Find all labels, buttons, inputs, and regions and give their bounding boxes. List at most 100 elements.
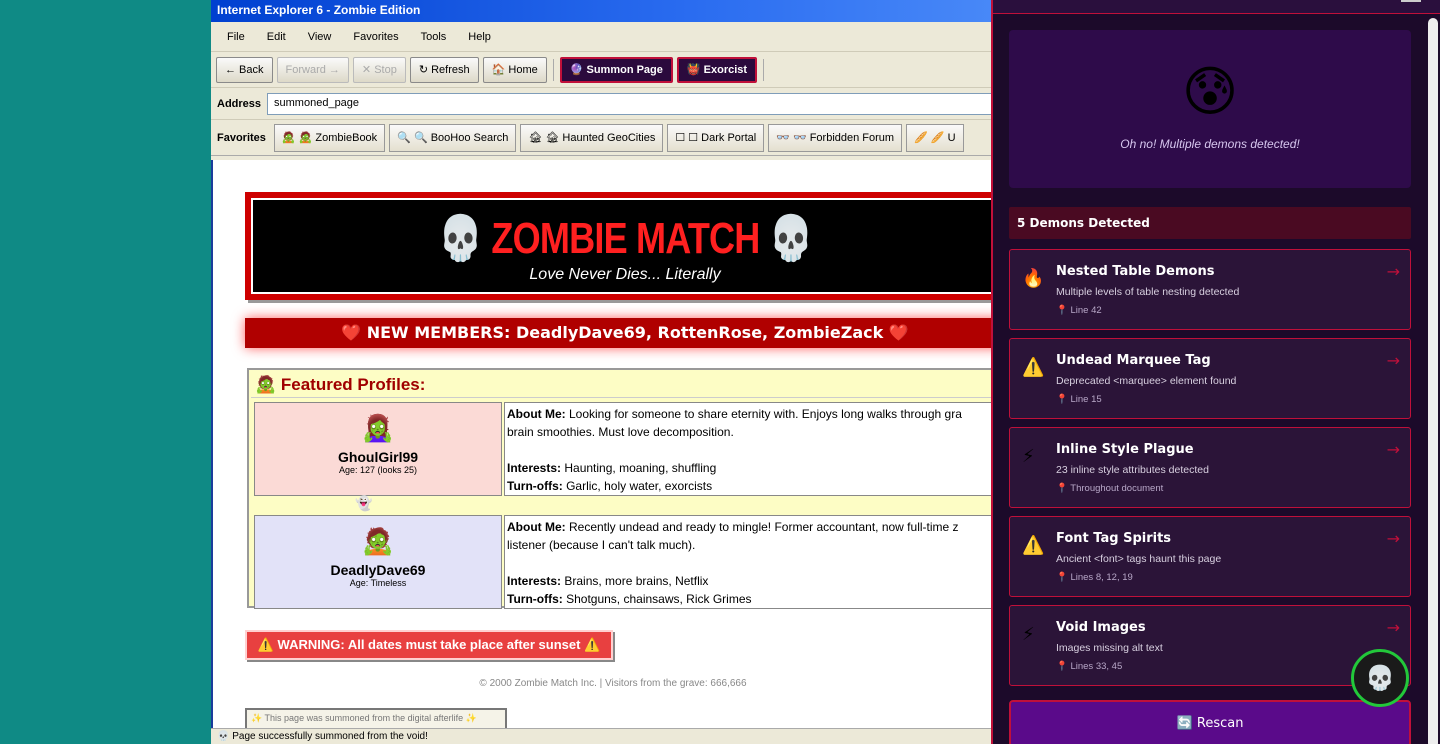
address-input[interactable]: summoned_page: [267, 92, 1008, 115]
zombie-match-banner: 💀 ZOMBIE MATCH 💀 Love Never Dies... Lite…: [245, 192, 1005, 300]
favorite-dark-portal[interactable]: ☐ ☐ Dark Portal: [667, 123, 765, 152]
lightning-icon: ⚡: [1022, 446, 1035, 467]
profile-info: About Me: Looking for someone to share e…: [504, 402, 1011, 496]
profile-card[interactable]: 🧟 DeadlyDave69 Age: Timeless: [254, 515, 502, 609]
about-text-continued: listener (because I can't talk much).: [507, 538, 696, 552]
warning-icon: ⚠️: [1022, 357, 1045, 378]
copyright-footer: © 2000 Zombie Match Inc. | Visitors from…: [479, 678, 747, 689]
demon-title: Void Images: [1056, 620, 1146, 635]
ie-window: Internet Explorer 6 - Zombie Edition Fil…: [211, 0, 1011, 744]
toolbar: ← Back Forward → ✕ Stop ↻ Refresh 🏠 Home…: [211, 52, 1011, 88]
featured-header: 🧟 Featured Profiles:: [251, 372, 1003, 398]
menu-tools[interactable]: Tools: [411, 31, 459, 43]
demon-item-marquee[interactable]: ⚠️ Undead Marquee Tag Deprecated <marque…: [1009, 338, 1411, 419]
address-label: Address: [217, 97, 262, 110]
demon-item-inline-style[interactable]: ⚡ Inline Style Plague 23 inline style at…: [1009, 427, 1411, 508]
interests-text: Brains, more brains, Netflix: [561, 574, 709, 588]
about-text: Recently undead and ready to mingle! For…: [565, 520, 959, 534]
ghost-icon: 👻: [355, 496, 373, 512]
profile-row: 🧟‍♀️ GhoulGirl99 Age: 127 (looks 25) Abo…: [254, 402, 1011, 496]
toolbar-separator: [763, 58, 765, 81]
turnoffs-text: Shotguns, chainsaws, Rick Grimes: [562, 592, 752, 606]
address-bar: Address summoned_page: [211, 88, 1011, 120]
favorites-bar: Favorites 🧟 🧟 ZombieBook 🔍 🔍 BooHoo Sear…: [211, 120, 1011, 156]
summoned-note: ✨ This page was summoned from the digita…: [245, 708, 507, 728]
back-button[interactable]: ← Back: [216, 56, 273, 83]
menu-help[interactable]: Help: [458, 31, 503, 43]
demon-title: Nested Table Demons: [1056, 264, 1215, 279]
interests-text: Haunting, moaning, shuffling: [561, 461, 717, 475]
demon-title: Font Tag Spirits: [1056, 531, 1172, 546]
demon-description: 23 inline style attributes detected: [1056, 464, 1209, 476]
interests-label: Interests:: [507, 461, 562, 475]
profile-age: Age: 127 (looks 25): [338, 465, 418, 475]
favorite-boohoo-search[interactable]: 🔍 🔍 BooHoo Search: [389, 123, 517, 152]
panel-scrollbar[interactable]: [1428, 18, 1438, 744]
menu-favorites[interactable]: Favorites: [343, 31, 410, 43]
favorites-label: Favorites: [217, 131, 266, 144]
panel-header: [993, 0, 1440, 14]
banner-subtitle: Love Never Dies... Literally: [529, 266, 721, 283]
profile-name: DeadlyDave69: [330, 562, 426, 578]
about-label: About Me:: [507, 407, 566, 421]
forward-button[interactable]: Forward →: [276, 56, 349, 83]
demon-location: 📍 Throughout document: [1056, 483, 1164, 494]
demon-location: 📍 Line 15: [1056, 394, 1102, 405]
menu-bar: File Edit View Favorites Tools Help: [211, 22, 1011, 52]
detection-hero: 😰 Oh no! Multiple demons detected!: [1009, 30, 1411, 188]
profile-row: 🧟 DeadlyDave69 Age: Timeless About Me: R…: [254, 515, 1011, 609]
demon-location: 📍 Line 42: [1056, 305, 1102, 316]
sunset-warning: ⚠️ WARNING: All dates must take place af…: [245, 630, 613, 660]
demon-description: Multiple levels of table nesting detecte…: [1056, 286, 1240, 298]
interests-label: Interests:: [507, 574, 562, 588]
zombie-avatar-icon: 🧟‍♀️: [361, 413, 395, 443]
home-button[interactable]: 🏠 Home: [482, 56, 547, 83]
window-title: Internet Explorer 6 - Zombie Edition: [211, 0, 1011, 22]
arrow-right-icon: →: [1386, 262, 1400, 281]
toolbar-separator: [552, 58, 554, 81]
demon-description: Deprecated <marquee> element found: [1056, 375, 1237, 387]
summon-page-button[interactable]: 🔮 Summon Page: [559, 56, 673, 83]
turnoffs-text: Garlic, holy water, exorcists: [562, 479, 713, 493]
demon-location: 📍 Lines 33, 45: [1056, 661, 1123, 672]
arrow-right-icon: →: [1386, 351, 1400, 370]
demon-title: Inline Style Plague: [1056, 442, 1194, 457]
panel-close-icon[interactable]: [1401, 0, 1421, 2]
warning-icon: ⚠️: [1022, 535, 1045, 556]
turnoffs-label: Turn-offs:: [507, 592, 563, 606]
zombie-avatar-icon: 🧟: [361, 526, 395, 556]
demon-location: 📍 Lines 8, 12, 19: [1056, 572, 1133, 583]
profile-card[interactable]: 🧟‍♀️ GhoulGirl99 Age: 127 (looks 25): [254, 402, 502, 496]
arrow-right-icon: →: [1386, 529, 1400, 548]
demon-item-font-tag[interactable]: ⚠️ Font Tag Spirits Ancient <font> tags …: [1009, 516, 1411, 597]
favorite-forbidden-forum[interactable]: 👓 👓 Forbidden Forum: [768, 123, 903, 152]
favorite-truncated[interactable]: 🥖 🥖 U: [906, 123, 964, 152]
menu-edit[interactable]: Edit: [257, 31, 298, 43]
new-members-marquee: ❤️ NEW MEMBERS: DeadlyDave69, RottenRose…: [245, 318, 1005, 348]
about-text: Looking for someone to share eternity wi…: [565, 407, 962, 421]
turnoffs-label: Turn-offs:: [507, 479, 563, 493]
arrow-right-icon: →: [1386, 618, 1400, 637]
refresh-button[interactable]: ↻ Refresh: [409, 56, 479, 83]
status-bar: 💀 Page successfully summoned from the vo…: [211, 728, 1011, 744]
menu-file[interactable]: File: [217, 31, 257, 43]
anxious-face-icon: 😰: [1181, 60, 1239, 123]
demon-count-header: 5 Demons Detected: [1009, 207, 1411, 239]
menu-view[interactable]: View: [298, 31, 344, 43]
about-label: About Me:: [507, 520, 566, 534]
skull-fab-icon[interactable]: 💀: [1351, 649, 1409, 707]
profile-age: Age: Timeless: [349, 578, 407, 588]
page-content: 💀 ZOMBIE MATCH 💀 Love Never Dies... Lite…: [211, 160, 1011, 728]
rescan-button[interactable]: 🔄 Rescan: [1009, 700, 1411, 744]
exorcist-button[interactable]: 👹 Exorcist: [676, 56, 758, 83]
detection-message: Oh no! Multiple demons detected!: [1120, 137, 1300, 151]
profile-name: GhoulGirl99: [337, 449, 419, 465]
profile-info: About Me: Recently undead and ready to m…: [504, 515, 1011, 609]
demon-item-nested-table[interactable]: 🔥 Nested Table Demons Multiple levels of…: [1009, 249, 1411, 330]
featured-profiles: 🧟 Featured Profiles: 🧟‍♀️ GhoulGirl99 Ag…: [247, 368, 1011, 609]
exorcist-panel: 😰 Oh no! Multiple demons detected! 5 Dem…: [991, 0, 1440, 744]
favorite-zombiebook[interactable]: 🧟 🧟 ZombieBook: [273, 123, 386, 152]
about-text-continued: brain smoothies. Must love decomposition…: [507, 425, 734, 439]
favorite-haunted-geocities[interactable]: 🏚 🏚 Haunted GeoCities: [520, 123, 664, 152]
stop-button[interactable]: ✕ Stop: [352, 56, 406, 83]
